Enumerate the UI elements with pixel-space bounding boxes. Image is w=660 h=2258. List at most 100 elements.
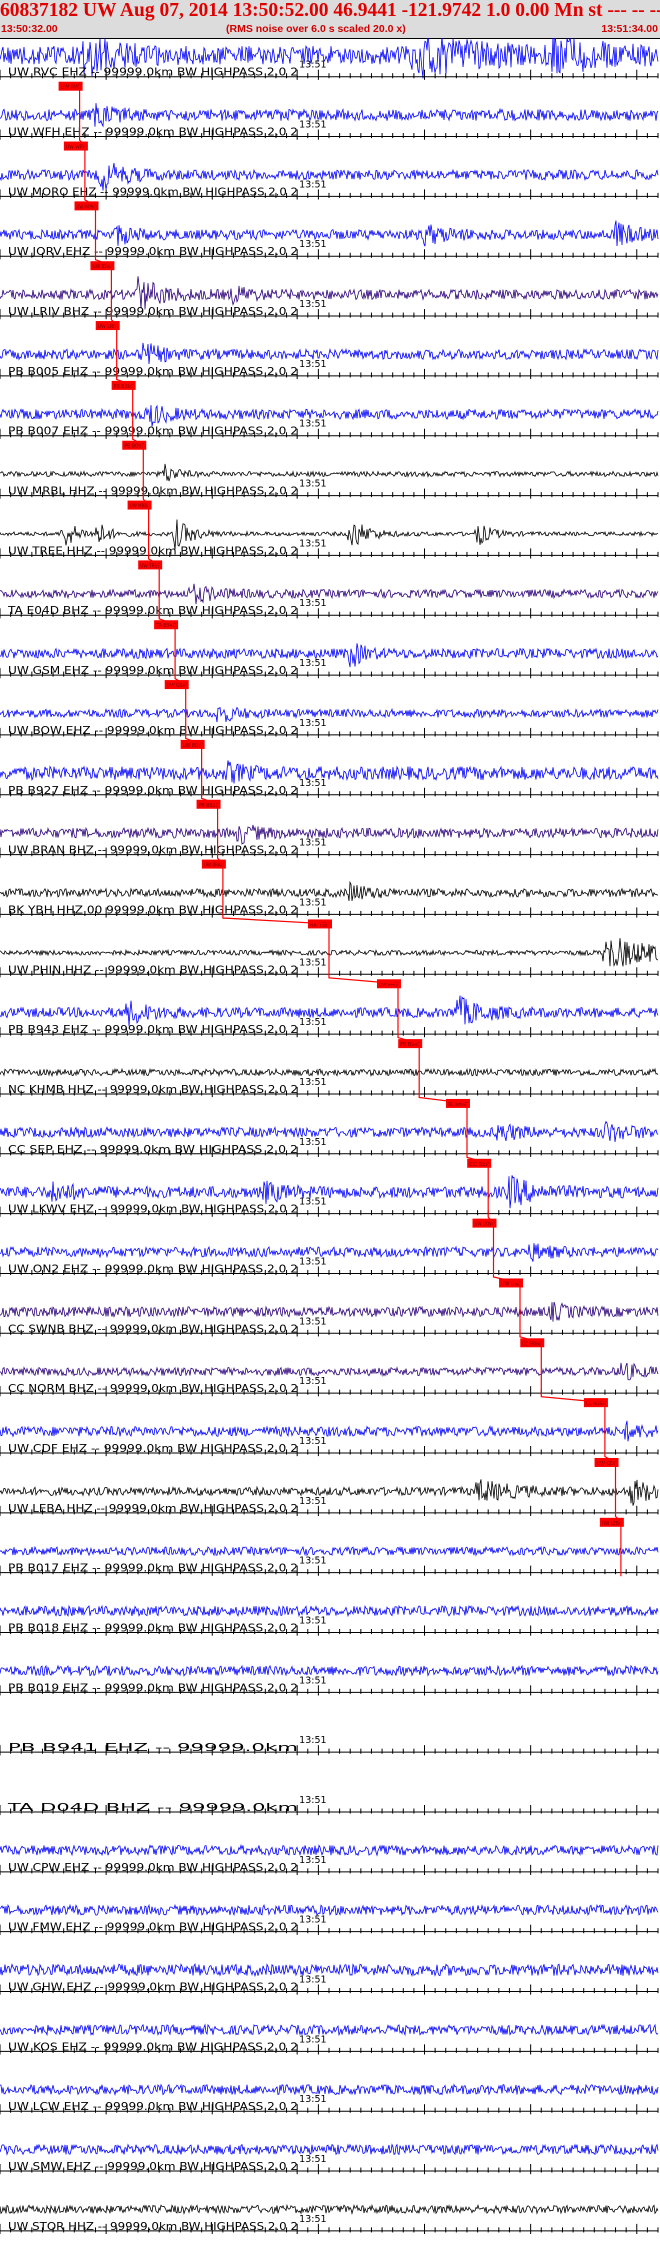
channel-label: UW LRIV BHZ -- 99999.0km BW HIGHPASS 2.0… (8, 306, 298, 318)
trace-row: 13:51CC NORM BHZ -- 99999.0km BW HIGHPAS… (0, 1362, 659, 1408)
channel-label: UW CDF EHZ -- 99999.0km BW HIGHPASS 2.0 … (8, 1443, 298, 1455)
trace-row: 13:51UW FMW EHZ -- 99999.0km BW HIGHPASS… (0, 1903, 659, 1935)
minute-tick-label: 13:51 (299, 2094, 326, 2105)
trace-row: 13:51PB B927 EHZ -- 99999.0km BW HIGHPAS… (0, 760, 659, 809)
channel-label: NC KHMB HHZ -- 99999.0km BW HIGHPASS 2.0… (8, 1084, 298, 1096)
minute-tick-label: 13:51 (299, 419, 326, 430)
channel-label: UW SMW EHZ -- 99999.0km BW HIGHPASS 2.0 … (8, 2161, 298, 2173)
waveform-line (0, 706, 659, 723)
minute-tick-label: 13:51 (299, 299, 326, 310)
waveform-line (0, 1545, 659, 1557)
minute-tick-label: 13:51 (299, 1376, 326, 1387)
trace-row: 13:51PB B005 EHZ -- 99999.0km BW HIGHPAS… (0, 342, 659, 390)
pick-label: UW LKWV (475, 1222, 495, 1228)
channel-label: CC SWNB BHZ -- 99999.0km BW HIGHPASS 2.0… (8, 1323, 298, 1335)
channel-label: CC NORM BHZ -- 99999.0km BW HIGHPASS 2.0… (8, 1383, 298, 1395)
waveform-line (0, 2023, 659, 2037)
waveform-line (0, 643, 659, 668)
channel-label: TA D04D BHZ -- 99999.0km (6, 1802, 298, 1814)
trace-row: 13:51UW MRBL HHZ -- 99999.0km BW HIGHPAS… (0, 463, 659, 510)
trace-row: 13:51UW CPW EHZ -- 99999.0km BW HIGHPASS… (0, 1843, 659, 1875)
minute-tick-label: 13:51 (299, 1615, 326, 1626)
minute-tick-label: 13:51 (299, 538, 326, 549)
channel-label: UW BRAN BHZ -- 99999.0km BW HIGHPASS 2.0… (8, 845, 298, 857)
waveform-line (0, 1301, 659, 1322)
trace-row: 13:51PB B019 EHZ -- 99999.0km BW HIGHPAS… (0, 1664, 659, 1696)
trace-row: 13:51UW BOW EHZ -- 99999.0km BW HIGHPASS… (0, 706, 659, 749)
channel-label: UW LCW EHZ -- 99999.0km BW HIGHPASS 2.0 … (8, 2101, 298, 2113)
seismogram-plot: 13:51 UW RVC EHZ -- 99999.0km BW HIGHPASS… (0, 38, 659, 2235)
waveform-line (0, 1479, 659, 1506)
minute-tick-label: 13:51 (299, 60, 326, 71)
trace-row: 13:51UW TREE HHZ -- 99999.0km BW HIGHPAS… (0, 519, 659, 570)
record-header: 60837182 UW Aug 07, 2014 13:50:52.00 46.… (0, 0, 660, 39)
waveform-line (0, 404, 659, 427)
pick-label: UW RVC (61, 85, 81, 91)
minute-tick-label: 13:51 (299, 1496, 326, 1507)
channel-label: UW ON2 EHZ -- 99999.0km BW HIGHPASS 2.0 … (8, 1263, 298, 1275)
trace-row: 13:51UW LKWV EHZ -- 99999.0km BW HIGHPAS… (0, 1175, 659, 1228)
minute-tick-label: 13:51 (299, 1735, 326, 1746)
waveform-line (0, 760, 659, 784)
minute-tick-label: 13:51 (299, 179, 326, 190)
pick-label: UW LEBA (602, 1521, 622, 1527)
minute-tick-label: 13:51 (299, 1077, 326, 1088)
trace-row: 13:51PB B018 EHZ -- 99999.0km BW HIGHPAS… (0, 1604, 659, 1636)
waveform-line (0, 2143, 659, 2156)
start-time-label: 13:50:32.00 (1, 23, 58, 35)
pick-label: UW MRBL (130, 504, 151, 510)
channel-label: UW BOW EHZ -- 99999.0km BW HIGHPASS 2.0 … (8, 725, 298, 737)
channel-label: PB B007 EHZ -- 99999.0km BW HIGHPASS 2.0… (8, 426, 298, 438)
waveform-line (0, 342, 659, 365)
channel-label: BK YBH HHZ 00 99999.0km BW HIGHPASS 2.0 … (8, 904, 298, 916)
trace-row: 13:51UW JORV EHZ -- 99999.0km BW HIGHPAS… (0, 220, 659, 271)
channel-label: UW RVC EHZ -- 99999.0km BW HIGHPASS 2.0 … (8, 67, 298, 79)
channel-label: TA E04D BHZ -- 99999.0km BW HIGHPASS 2.0… (7, 605, 298, 617)
channel-label: UW GSM EHZ -- 99999.0km BW HIGHPASS 2.0 … (8, 665, 298, 677)
minute-tick-label: 13:51 (299, 1197, 326, 1208)
minute-tick-label: 13:51 (299, 2034, 326, 2045)
trace-row: 13:51PB B007 EHZ -- 99999.0km BW HIGHPAS… (0, 404, 659, 450)
waveform-line (0, 824, 659, 845)
trace-row: 13:51PB B941 EHZ -- 99999.0km (0, 1735, 659, 1756)
minute-tick-label: 13:51 (299, 1795, 326, 1806)
waveform-line (0, 1963, 659, 1978)
channel-label: UW CPW EHZ -- 99999.0km BW HIGHPASS 2.0 … (8, 1862, 298, 1874)
waveform-line (0, 1362, 659, 1381)
minute-tick-label: 13:51 (299, 1256, 326, 1267)
waveform-line (0, 583, 659, 605)
trace-row: 13:51CC SWNB BHZ -- 99999.0km BW HIGHPAS… (0, 1301, 659, 1348)
minute-tick-label: 13:51 (299, 1017, 326, 1028)
minute-tick-label: 13:51 (299, 2154, 326, 2165)
minute-tick-label: 13:51 (299, 838, 326, 849)
channel-label: PB B927 EHZ -- 99999.0km BW HIGHPASS 2.0… (8, 785, 298, 797)
minute-tick-label: 13:51 (299, 479, 326, 490)
minute-tick-label: 13:51 (299, 1137, 326, 1148)
trace-row: 13:51BK YBH HHZ 00 99999.0km BW HIGHPASS… (0, 880, 659, 929)
channel-label: PB B017 EHZ -- 99999.0km BW HIGHPASS 2.0… (8, 1563, 298, 1575)
minute-tick-label: 13:51 (299, 598, 326, 609)
end-time-label: 13:51:34.00 (601, 23, 658, 35)
channel-label: UW STOR HHZ -- 99999.0km BW HIGHPASS 2.0… (8, 2221, 298, 2233)
minute-tick-label: 13:51 (299, 718, 326, 729)
waveform-line (0, 1843, 659, 1857)
channel-label: UW WFH EHZ -- 99999.0km BW HIGHPASS 2.0 … (8, 127, 298, 139)
trace-row: 13:51PB B943 EHZ -- 99999.0km BW HIGHPAS… (0, 995, 659, 1049)
channel-label: PB B941 EHZ -- 99999.0km (8, 1742, 298, 1754)
channel-label: UW LEBA HHZ -- 99999.0km BW HIGHPASS 2.0… (8, 1503, 298, 1515)
waveform-line (0, 2083, 659, 2097)
channel-label: UW PHIN HHZ -- 99999.0km BW HIGHPASS 2.0… (8, 964, 298, 976)
trace-row: 13:51UW KOS EHZ -- 99999.0km BW HIGHPASS… (0, 2023, 659, 2055)
trace-row: 13:51UW WFH EHZ -- 99999.0km BW HIGHPASS… (0, 103, 659, 151)
minute-tick-label: 13:51 (299, 1316, 326, 1327)
minute-tick-label: 13:51 (299, 359, 326, 370)
waveform-line (0, 1120, 659, 1142)
minute-tick-label: 13:51 (299, 957, 326, 968)
waveform-line (0, 1067, 659, 1078)
channel-label: PB B019 EHZ -- 99999.0km BW HIGHPASS 2.0… (8, 1682, 298, 1694)
channel-label: PB B018 EHZ -- 99999.0km BW HIGHPASS 2.0… (8, 1622, 298, 1634)
trace-row: 13:51CC SEP EHZ -- 99999.0km BW HIGHPASS… (0, 1120, 659, 1168)
waveform-line (0, 2203, 659, 2215)
channel-label: UW FMW EHZ -- 99999.0km BW HIGHPASS 2.0 … (8, 1922, 298, 1934)
channel-label: UW MORO EHZ -- 99999.0km BW HIGHPASS 2.0… (8, 186, 298, 198)
